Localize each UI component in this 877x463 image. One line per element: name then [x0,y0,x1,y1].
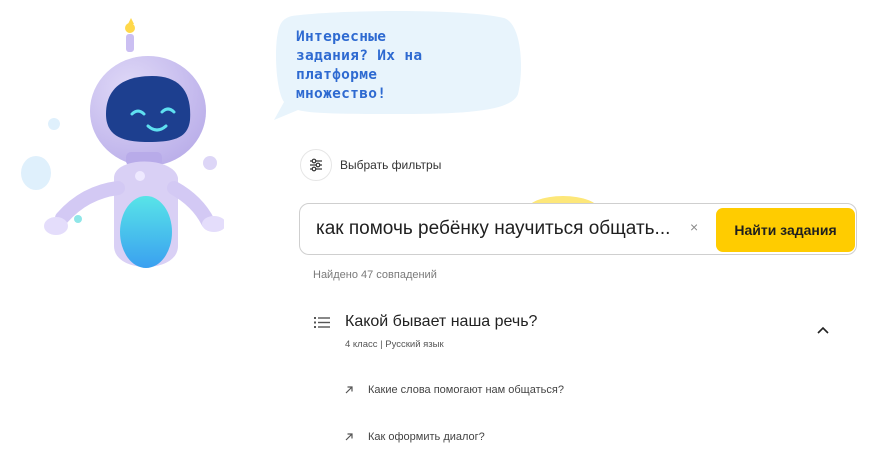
sliders-icon [300,149,332,181]
task-search-bar: × Найти задания [299,203,857,255]
promo-line: платформе [296,67,378,83]
list-icon [314,317,330,328]
choose-filters-button[interactable]: Выбрать фильтры [300,149,441,181]
choose-filters-label: Выбрать фильтры [340,158,442,172]
subtopic-link[interactable]: Какие слова помогают нам общаться? [344,384,564,396]
promo-line: задания? Их на [296,48,423,64]
arrow-up-right-icon [345,386,353,394]
results-count: Найдено 47 совпадений [313,269,437,281]
result-title[interactable]: Какой бывает наша речь? [345,313,537,331]
clear-search-icon[interactable]: × [690,219,698,235]
promo-line: Интересные [296,29,387,45]
search-input[interactable] [316,204,688,254]
chevron-up-icon[interactable] [817,326,829,334]
find-tasks-button[interactable]: Найти задания [716,208,855,252]
result-meta: 4 класс | Русский язык [345,339,444,350]
subtopic-label: Как оформить диалог? [368,431,485,443]
promo-line: множество! [296,86,387,102]
subtopic-link[interactable]: Как оформить диалог? [344,431,485,443]
promo-message: Интересные задания? Их на платформе множ… [296,28,506,104]
robot-mascot-illustration [21,18,224,268]
subtopic-label: Какие слова помогают нам общаться? [368,384,564,396]
arrow-up-right-icon [345,433,353,441]
